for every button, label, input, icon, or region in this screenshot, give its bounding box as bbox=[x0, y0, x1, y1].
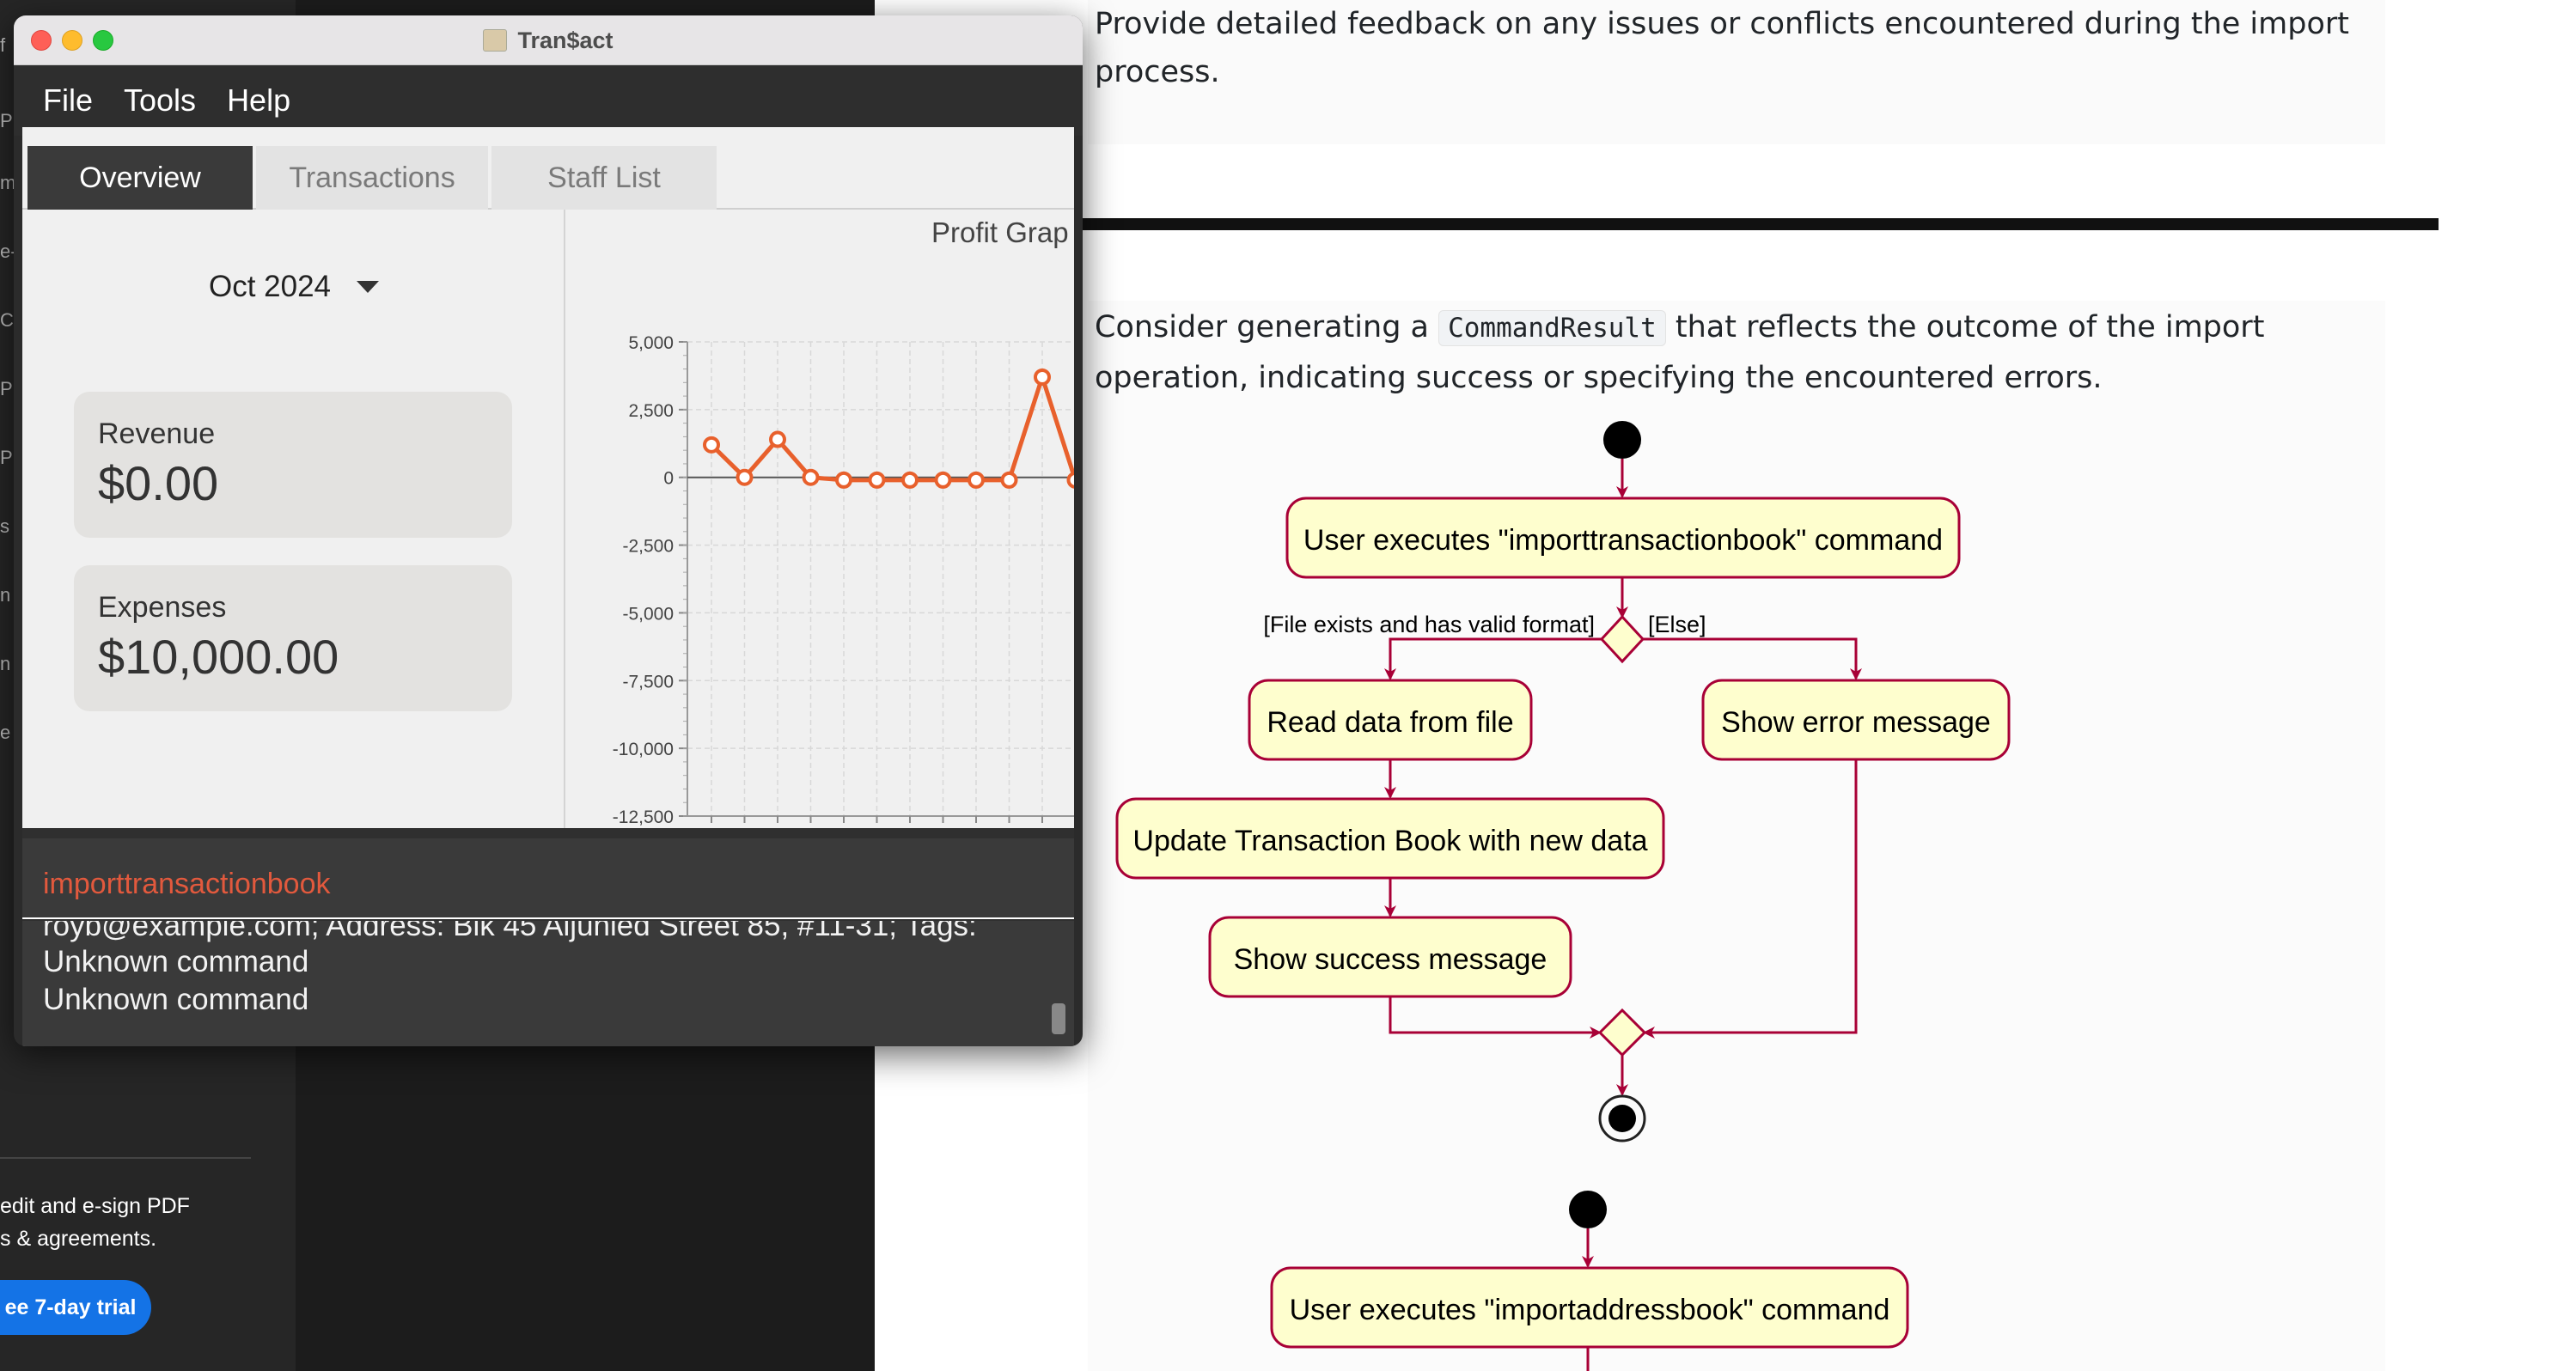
menu-tools[interactable]: Tools bbox=[124, 82, 196, 119]
profit-chart: Profit Grap 5,000 2,500 0 -2,500 -5,000 -7,50… bbox=[567, 210, 1074, 828]
merge-node bbox=[1597, 1008, 1647, 1057]
tab-transactions[interactable]: Transactions bbox=[256, 146, 488, 210]
command-text: importtransactionbook bbox=[43, 868, 331, 900]
action-label: Show error message bbox=[1721, 706, 1991, 739]
action-label: Update Transaction Book with new data bbox=[1132, 825, 1647, 857]
chevron-down-icon[interactable] bbox=[357, 281, 380, 293]
app-icon bbox=[483, 29, 508, 52]
sidebar-fragment: e bbox=[0, 722, 11, 743]
month-value: Oct 2024 bbox=[208, 270, 332, 303]
end-node-inner bbox=[1608, 1105, 1636, 1132]
result-display[interactable]: royb@example.com; Address: Blk 45 Aljuni… bbox=[22, 921, 1074, 1046]
scrollbar-thumb[interactable] bbox=[1052, 1003, 1065, 1034]
y-tick-label: -10,000 bbox=[613, 740, 674, 759]
revenue-value: $0.00 bbox=[98, 456, 219, 510]
data-point bbox=[901, 471, 919, 489]
sidebar-fragment: P bbox=[0, 447, 13, 468]
document-margin bbox=[2439, 0, 2576, 1371]
data-point bbox=[703, 436, 720, 454]
data-point bbox=[835, 471, 852, 489]
guard-label: [File exists and has valid format] bbox=[1263, 612, 1595, 637]
promo-line: edit and e-sign PDF bbox=[0, 1194, 190, 1218]
sidebar-divider bbox=[0, 1157, 251, 1159]
window-title: Tran$act bbox=[14, 15, 1083, 65]
transact-window: Tran$act File Tools Help Overview Transa… bbox=[14, 15, 1083, 1046]
window-title-text: Tran$act bbox=[517, 27, 613, 53]
sidebar-fragment: f bbox=[0, 34, 6, 56]
month-selector[interactable]: Oct 2024 bbox=[22, 270, 565, 304]
y-tick-label: -12,500 bbox=[613, 807, 674, 827]
profit-series-line bbox=[710, 375, 1074, 483]
tab-overview[interactable]: Overview bbox=[27, 146, 253, 210]
menu-help[interactable]: Help bbox=[227, 82, 290, 119]
tab-staff-list[interactable]: Staff List bbox=[491, 146, 717, 210]
promo-text: edit and e-sign PDF s & agreements. bbox=[0, 1190, 258, 1255]
title-bar[interactable]: Tran$act bbox=[14, 15, 1083, 65]
tab-bar: Overview Transactions Staff List bbox=[22, 127, 1074, 210]
data-point bbox=[769, 430, 786, 448]
y-tick-label: 5,000 bbox=[628, 333, 674, 353]
sidebar-fragment: s bbox=[0, 515, 9, 537]
y-tick-label: -7,500 bbox=[622, 672, 674, 692]
promo-line: s & agreements. bbox=[0, 1227, 157, 1251]
revenue-label: Revenue bbox=[98, 417, 216, 450]
guard-label: [Else] bbox=[1648, 612, 1706, 637]
expenses-card: Expenses $10,000.00 bbox=[74, 565, 512, 711]
sidebar-fragment: P bbox=[0, 378, 13, 399]
y-tick-label: 2,500 bbox=[628, 401, 674, 421]
result-line: Unknown command bbox=[43, 983, 309, 1016]
decision-node bbox=[1599, 614, 1645, 664]
activity-diagram: User executes "importtransactionbook" co… bbox=[1115, 421, 2011, 1371]
data-point bbox=[1066, 471, 1074, 489]
action-label: Read data from file bbox=[1267, 706, 1513, 739]
document-view: Provide detailed feedback on any issues … bbox=[875, 0, 2576, 1371]
menu-file[interactable]: File bbox=[43, 82, 93, 119]
data-point bbox=[1034, 369, 1051, 387]
data-point bbox=[934, 471, 952, 489]
data-point bbox=[868, 471, 886, 489]
data-point bbox=[736, 468, 754, 486]
chart-canvas: 5,000 2,500 0 -2,500 -5,000 -7,500 -10,000 -12,… bbox=[613, 333, 1074, 827]
revenue-card: Revenue $0.00 bbox=[74, 392, 512, 538]
free-trial-button[interactable]: ee 7-day trial bbox=[0, 1280, 151, 1335]
y-tick-label: -5,000 bbox=[622, 604, 674, 624]
y-tick-label: -2,500 bbox=[622, 537, 674, 557]
menu-bar: File Tools Help bbox=[14, 65, 1083, 136]
result-line: Unknown command bbox=[43, 945, 309, 978]
sidebar-fragment: C bbox=[0, 309, 14, 331]
action-label: User executes "importaddressbook" comman… bbox=[1290, 1294, 1890, 1326]
start-node bbox=[1603, 421, 1641, 459]
data-point bbox=[968, 471, 985, 489]
action-label: User executes "importtransactionbook" co… bbox=[1303, 524, 1943, 557]
sidebar-fragment: P bbox=[0, 110, 13, 131]
y-tick-label: 0 bbox=[663, 469, 674, 489]
expenses-value: $10,000.00 bbox=[98, 630, 339, 684]
start-node bbox=[1569, 1191, 1607, 1228]
command-area: importtransactionbook royb@example.com; … bbox=[22, 828, 1074, 1046]
overview-panel: Oct 2024 Revenue $0.00 Expenses $10,000.… bbox=[22, 210, 565, 828]
command-input[interactable]: importtransactionbook bbox=[22, 838, 1074, 919]
sidebar-fragment: n bbox=[0, 653, 11, 674]
data-point bbox=[802, 468, 820, 486]
result-line: royb@example.com; Address: Blk 45 Aljuni… bbox=[43, 921, 977, 942]
document-page: Provide detailed feedback on any issues … bbox=[875, 0, 2439, 1371]
action-label: Show success message bbox=[1234, 943, 1547, 976]
expenses-label: Expenses bbox=[98, 591, 227, 624]
app-content: Overview Transactions Staff List Oct 202… bbox=[22, 127, 1074, 1046]
data-point bbox=[1000, 471, 1018, 489]
